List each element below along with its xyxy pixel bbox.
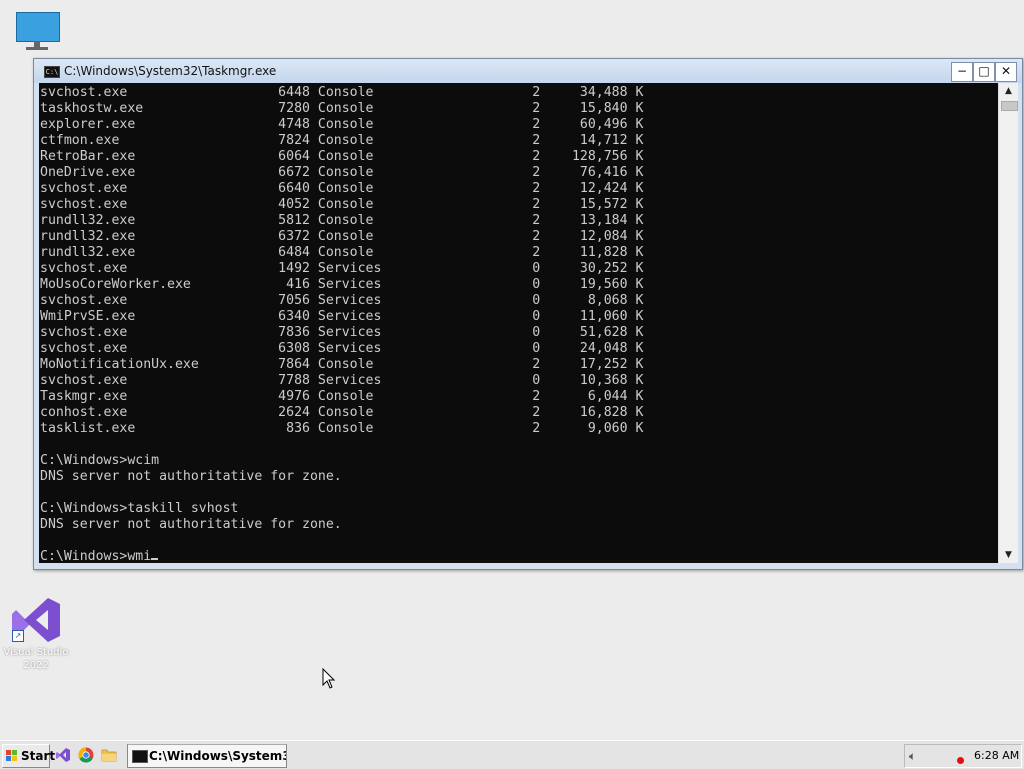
- console-line: svchost.exe 7056 Services 0 8,068 K: [40, 293, 644, 308]
- console-line: DNS server not authoritative for zone.: [40, 517, 342, 532]
- scroll-thumb[interactable]: [1001, 101, 1018, 111]
- file-explorer-icon[interactable]: [101, 747, 117, 763]
- vertical-scrollbar[interactable]: ▲ ▼: [998, 83, 1018, 563]
- mouse-pointer-icon: [322, 668, 336, 689]
- console-text: svchost.exe 6448 Console 2 34,488 K task…: [39, 83, 998, 563]
- console-line: C:\Windows>wcim: [40, 453, 160, 468]
- console-line: svchost.exe 4052 Console 2 15,572 K: [40, 197, 644, 212]
- close-button[interactable]: ✕: [995, 62, 1017, 82]
- windows-flag-icon: [6, 750, 17, 761]
- console-line: ctfmon.exe 7824 Console 2 14,712 K: [40, 133, 644, 148]
- console-line: tasklist.exe 836 Console 2 9,060 K: [40, 421, 644, 436]
- visual-studio-label: Visual Studio 2022: [0, 646, 72, 672]
- console-window: C:\ C:\Windows\System32\Taskmgr.exe − □ …: [33, 58, 1023, 570]
- title-bar[interactable]: C:\ C:\Windows\System32\Taskmgr.exe − □ …: [34, 59, 1022, 83]
- console-line: svchost.exe 6308 Services 0 24,048 K: [40, 341, 644, 356]
- console-line: taskhostw.exe 7280 Console 2 15,840 K: [40, 101, 644, 116]
- console-line: RetroBar.exe 6064 Console 2 128,756 K: [40, 149, 644, 164]
- console-line: Taskmgr.exe 4976 Console 2 6,044 K: [40, 389, 644, 404]
- window-title: C:\Windows\System32\Taskmgr.exe: [64, 64, 277, 78]
- console-line: DNS server not authoritative for zone.: [40, 469, 342, 484]
- start-button[interactable]: Start: [2, 744, 55, 768]
- console-line: rundll32.exe 6484 Console 2 11,828 K: [40, 245, 644, 260]
- volume-icon[interactable]: 🔈︎: [909, 749, 925, 763]
- vs-label-line2: 2022: [23, 660, 49, 671]
- console-input[interactable]: wmi: [127, 549, 151, 563]
- record-indicator-icon[interactable]: [957, 757, 964, 764]
- console-output[interactable]: svchost.exe 6448 Console 2 34,488 K task…: [39, 83, 998, 563]
- console-line: rundll32.exe 6372 Console 2 12,084 K: [40, 229, 644, 244]
- console-line: svchost.exe 1492 Services 0 30,252 K: [40, 261, 644, 276]
- console-line: explorer.exe 4748 Console 2 60,496 K: [40, 117, 644, 132]
- vs-label-line1: Visual Studio: [3, 647, 69, 658]
- system-tray: 🔈︎ 6:28 AM: [904, 744, 1022, 768]
- console-line: C:\Windows>taskill svhost: [40, 501, 239, 516]
- shortcut-arrow-icon: ↗: [12, 630, 24, 642]
- console-prompt: C:\Windows>: [40, 549, 128, 563]
- console-task-label: C:\Windows\System32...: [149, 749, 286, 763]
- console-line: MoUsoCoreWorker.exe 416 Services 0 19,56…: [40, 277, 644, 292]
- console-line: svchost.exe 6448 Console 2 34,488 K: [40, 85, 644, 100]
- console-line: rundll32.exe 5812 Console 2 13,184 K: [40, 213, 644, 228]
- console-task-icon: [132, 750, 148, 763]
- console-line: MoNotificationUx.exe 7864 Console 2 17,2…: [40, 357, 644, 372]
- chrome-icon[interactable]: [78, 747, 94, 763]
- clock[interactable]: 6:28 AM: [974, 745, 1019, 767]
- console-line: OneDrive.exe 6672 Console 2 76,416 K: [40, 165, 644, 180]
- console-line: svchost.exe 7788 Services 0 10,368 K: [40, 373, 644, 388]
- maximize-button[interactable]: □: [973, 62, 995, 82]
- console-line: svchost.exe 6640 Console 2 12,424 K: [40, 181, 644, 196]
- taskbar: Start C:\Windows\System32... 🔈︎ 6:28 AM: [0, 740, 1024, 769]
- scroll-up-arrow-icon[interactable]: ▲: [999, 83, 1018, 99]
- text-cursor: [151, 558, 159, 560]
- console-task-button[interactable]: C:\Windows\System32...: [127, 744, 287, 768]
- visual-studio-2022-icon[interactable]: ↗: [10, 594, 64, 646]
- this-pc-icon[interactable]: [14, 10, 60, 50]
- console-line: conhost.exe 2624 Console 2 16,828 K: [40, 405, 644, 420]
- console-line: svchost.exe 7836 Services 0 51,628 K: [40, 325, 644, 340]
- start-label: Start: [21, 749, 56, 763]
- scroll-down-arrow-icon[interactable]: ▼: [999, 547, 1018, 563]
- minimize-button[interactable]: −: [951, 62, 973, 82]
- console-line: WmiPrvSE.exe 6340 Services 0 11,060 K: [40, 309, 644, 324]
- console-icon: C:\: [44, 66, 60, 78]
- visual-studio-quicklaunch-icon[interactable]: [55, 747, 71, 763]
